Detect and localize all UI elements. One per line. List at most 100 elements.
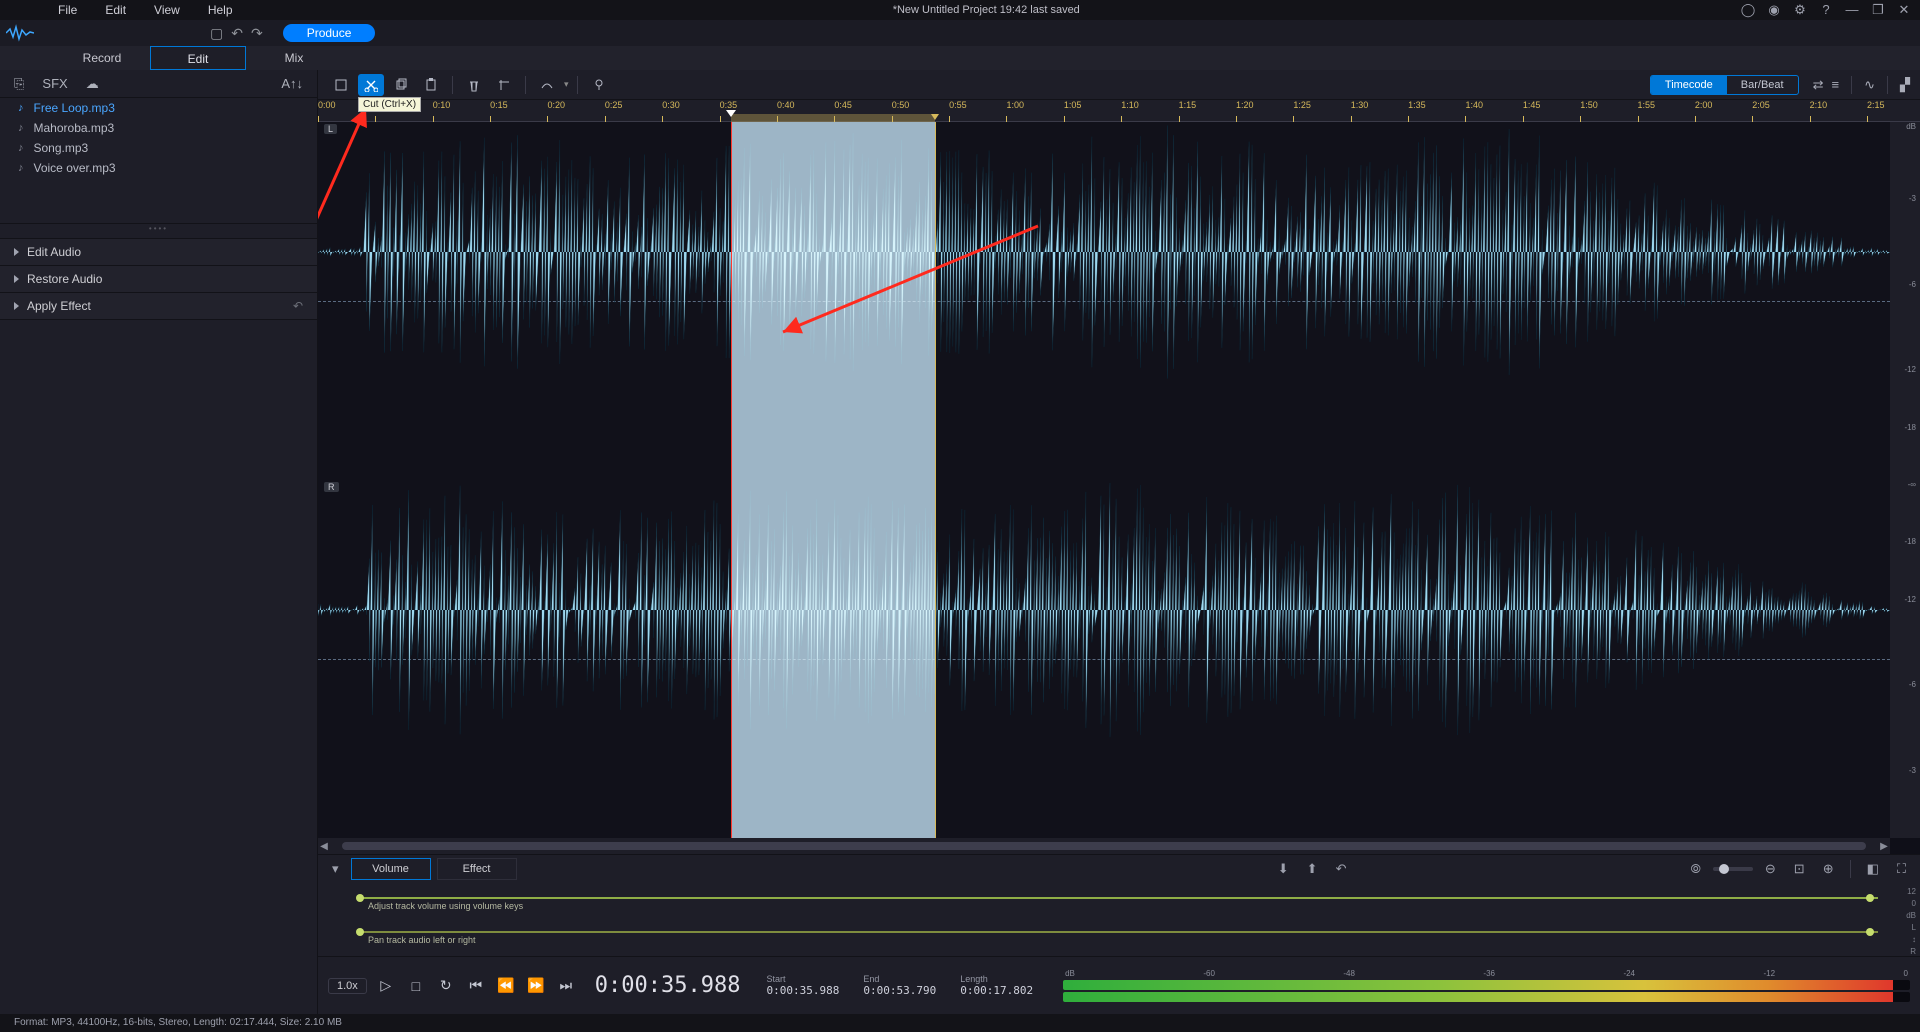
select-tool-icon[interactable] (328, 74, 354, 96)
horizontal-scrollbar[interactable]: ◀ ▶ (318, 838, 1890, 854)
media-file-item[interactable]: ♪Voice over.mp3 (0, 158, 317, 178)
paste-icon[interactable] (418, 74, 444, 96)
ruler-tick: 0:25 (605, 100, 623, 122)
lane-toggle-icon[interactable]: ▾ (326, 861, 345, 877)
length-value: 0:00:17.802 (960, 984, 1033, 997)
zoom-slider[interactable] (1713, 867, 1753, 871)
chevron-right-icon (14, 275, 19, 283)
loop-icon[interactable]: ⇄ (1813, 77, 1824, 93)
zoom-in-icon[interactable]: ⊕ (1817, 861, 1840, 877)
db-tick: -12 (1904, 595, 1916, 604)
loop-button[interactable]: ↻ (435, 975, 457, 997)
media-file-item[interactable]: ♪Free Loop.mp3 (0, 98, 317, 118)
lane-undo-icon[interactable]: ↶ (1330, 861, 1353, 877)
menu-help[interactable]: Help (208, 3, 233, 17)
ruler-tick: 1:15 (1179, 100, 1197, 122)
channel-toggle-icon[interactable]: ◧ (1861, 861, 1885, 877)
tab-record[interactable]: Record (54, 46, 150, 70)
section-undo-icon[interactable]: ↶ (293, 299, 303, 313)
ruler-tick: 0:30 (662, 100, 680, 122)
playhead-line[interactable] (731, 122, 732, 838)
playback-speed[interactable]: 1.0x (328, 978, 367, 994)
waveform-view-icon[interactable]: ∿ (1864, 77, 1875, 93)
delete-icon[interactable] (461, 74, 487, 96)
redo-icon[interactable]: ↷ (251, 25, 263, 42)
zoom-out-icon[interactable]: ⊖ (1759, 861, 1782, 877)
tab-edit[interactable]: Edit (150, 46, 246, 70)
ruler-tick: 0:10 (433, 100, 451, 122)
ruler-tick: 1:20 (1236, 100, 1254, 122)
dropdown-chevron-icon[interactable]: ▾ (564, 79, 569, 90)
waveform-channel[interactable]: L (318, 122, 1890, 480)
playhead-marker-icon[interactable] (726, 110, 736, 117)
media-file-item[interactable]: ♪Mahoroba.mp3 (0, 118, 317, 138)
skip-start-button[interactable]: ⏮ (465, 975, 487, 997)
media-file-item[interactable]: ♪Song.mp3 (0, 138, 317, 158)
zoom-reset-icon[interactable]: ⦾ (1684, 861, 1706, 877)
help-icon[interactable]: ? (1818, 2, 1834, 18)
accordion-section[interactable]: Edit Audio (0, 239, 317, 265)
crop-icon[interactable] (491, 74, 517, 96)
start-label: Start (767, 974, 840, 984)
fullscreen-icon[interactable]: ⛶ (1891, 861, 1912, 877)
sort-button[interactable]: A↑↓ (281, 76, 303, 91)
copy-icon[interactable] (388, 74, 414, 96)
minimize-icon[interactable]: — (1844, 2, 1860, 18)
maximize-icon[interactable]: ❐ (1870, 2, 1886, 18)
notify-icon[interactable]: ◉ (1766, 2, 1782, 18)
scroll-thumb[interactable] (342, 842, 1866, 850)
undo-icon[interactable]: ↶ (231, 25, 243, 42)
key-export-icon[interactable]: ⬆ (1301, 861, 1324, 877)
skip-end-button[interactable]: ⏭ (555, 975, 577, 997)
import-icon[interactable]: ⎘ (14, 76, 24, 92)
close-icon[interactable]: ✕ (1896, 2, 1912, 18)
drag-handle-icon[interactable]: •••• (149, 224, 168, 230)
menu-file[interactable]: File (58, 3, 77, 17)
menu-edit[interactable]: Edit (105, 3, 126, 17)
timecode-option[interactable]: Timecode (1651, 76, 1727, 94)
forward-button[interactable]: ⏩ (525, 975, 547, 997)
ruler-tick: 1:35 (1408, 100, 1426, 122)
cut-tool-icon[interactable]: Cut (Ctrl+X) (358, 74, 384, 96)
zoom-fit-icon[interactable]: ⊡ (1788, 861, 1811, 877)
account-icon[interactable]: ◯ (1740, 2, 1756, 18)
snap-icon[interactable]: ≡ (1832, 77, 1840, 92)
db-tick: -3 (1909, 194, 1916, 203)
selection-end-line[interactable] (935, 122, 936, 838)
menu-view[interactable]: View (154, 3, 180, 17)
waveform-channel[interactable]: R (318, 480, 1890, 838)
media-file-list: ♪Free Loop.mp3♪Mahoroba.mp3♪Song.mp3♪Voi… (0, 98, 317, 224)
rewind-button[interactable]: ⏪ (495, 975, 517, 997)
marker-icon[interactable] (586, 74, 612, 96)
stop-button[interactable]: □ (405, 975, 427, 997)
produce-button[interactable]: Produce (283, 24, 376, 42)
key-add-icon[interactable]: ⬇ (1272, 861, 1295, 877)
cloud-icon[interactable]: ☁ (86, 76, 99, 92)
save-icon[interactable]: ▢ (210, 25, 223, 42)
barbeat-option[interactable]: Bar/Beat (1727, 76, 1798, 94)
app-logo (0, 20, 40, 46)
time-ruler[interactable]: 0:000:050:100:150:200:250:300:350:400:45… (318, 100, 1920, 122)
volume-tab[interactable]: Volume (351, 858, 431, 880)
selection-region[interactable] (731, 122, 935, 838)
accordion-section[interactable]: Apply Effect↶ (0, 293, 317, 319)
tab-mix[interactable]: Mix (246, 46, 342, 70)
accordion-section[interactable]: Restore Audio (0, 266, 317, 292)
ruler-tick: 2:15 (1867, 100, 1885, 122)
scroll-left-icon[interactable]: ◀ (318, 841, 330, 852)
scroll-right-icon[interactable]: ▶ (1878, 841, 1890, 852)
end-label: End (863, 974, 936, 984)
settings-icon[interactable]: ⚙ (1792, 2, 1808, 18)
music-note-icon: ♪ (18, 162, 24, 174)
effect-tab[interactable]: Effect (437, 858, 517, 880)
db-tick: -18 (1904, 537, 1916, 546)
file-name: Mahoroba.mp3 (34, 121, 115, 135)
sfx-button[interactable]: SFX (42, 76, 67, 91)
current-time: 0:00:35.988 (595, 973, 741, 998)
spectral-view-icon[interactable]: ▞ (1900, 77, 1910, 93)
play-button[interactable]: ▷ (375, 975, 397, 997)
end-value: 0:00:53.790 (863, 984, 936, 997)
waveform-editor[interactable]: 0:000:050:100:150:200:250:300:350:400:45… (318, 100, 1920, 854)
fade-icon[interactable] (534, 74, 560, 96)
window-title: *New Untitled Project 19:42 last saved (233, 4, 1740, 16)
